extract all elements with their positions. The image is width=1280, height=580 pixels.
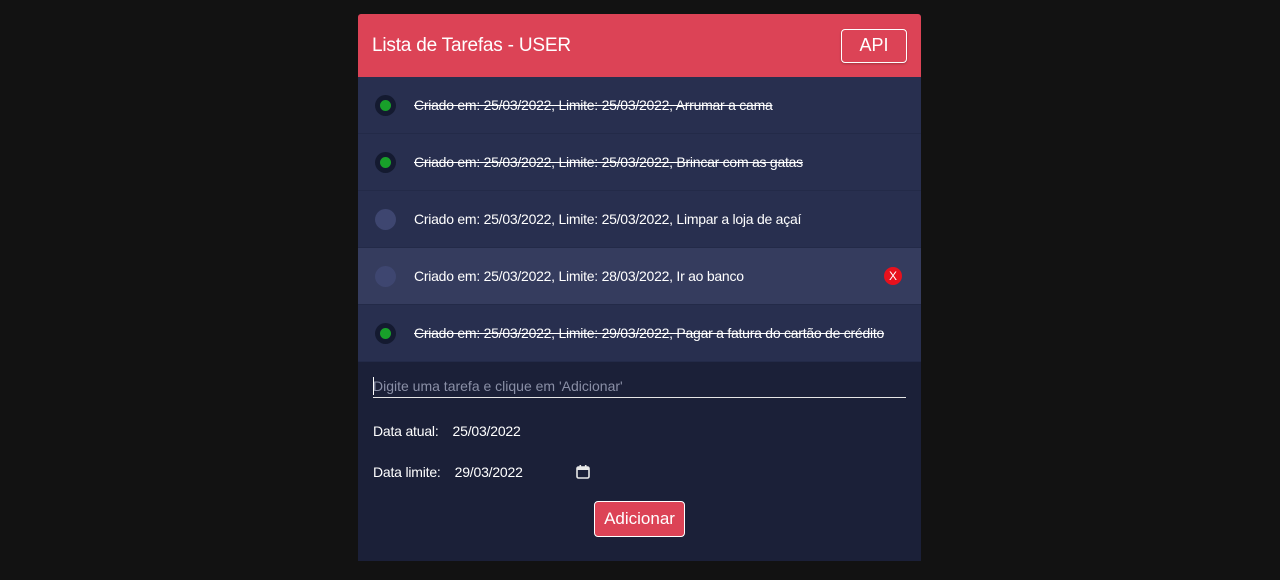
radio-icon[interactable] [375, 266, 396, 287]
radio-icon[interactable] [375, 323, 396, 344]
delete-button[interactable]: X [884, 267, 902, 285]
task-item[interactable]: Criado em: 25/03/2022, Limite: 25/03/202… [358, 77, 921, 134]
task-text: Criado em: 25/03/2022, Limite: 29/03/202… [414, 325, 885, 341]
task-text: Criado em: 25/03/2022, Limite: 25/03/202… [414, 211, 802, 227]
current-date-value: 25/03/2022 [452, 423, 521, 439]
task-text: Criado em: 25/03/2022, Limite: 25/03/202… [414, 97, 773, 113]
limit-date-label: Data limite: [373, 464, 441, 480]
add-button[interactable]: Adicionar [594, 501, 685, 537]
limit-date-value: 29/03/2022 [454, 464, 523, 480]
current-date-row: Data atual: 25/03/2022 [373, 423, 521, 439]
task-item[interactable]: Criado em: 25/03/2022, Limite: 29/03/202… [358, 305, 921, 362]
header: Lista de Tarefas - USER API [358, 14, 921, 77]
limit-date-input[interactable]: 29/03/2022 [455, 464, 591, 480]
task-item[interactable]: Criado em: 25/03/2022, Limite: 25/03/202… [358, 134, 921, 191]
api-button[interactable]: API [841, 28, 907, 63]
radio-icon[interactable] [375, 95, 396, 116]
calendar-icon[interactable] [575, 464, 591, 480]
radio-icon[interactable] [375, 152, 396, 173]
add-task-form: Data atual: 25/03/2022 Data limite: 29/0… [358, 362, 921, 561]
task-text: Criado em: 25/03/2022, Limite: 25/03/202… [414, 154, 803, 170]
todo-card: Lista de Tarefas - USER API Criado em: 2… [358, 14, 921, 561]
task-item[interactable]: Criado em: 25/03/2022, Limite: 28/03/202… [358, 248, 921, 305]
page-title: Lista de Tarefas - USER [372, 34, 571, 56]
limit-date-row: Data limite: 29/03/2022 [373, 464, 591, 480]
task-input[interactable] [373, 375, 906, 398]
task-list: Criado em: 25/03/2022, Limite: 25/03/202… [358, 77, 921, 362]
current-date-label: Data atual: [373, 423, 439, 439]
radio-icon[interactable] [375, 209, 396, 230]
task-text: Criado em: 25/03/2022, Limite: 28/03/202… [414, 268, 744, 284]
text-cursor [373, 377, 374, 395]
task-item[interactable]: Criado em: 25/03/2022, Limite: 25/03/202… [358, 191, 921, 248]
